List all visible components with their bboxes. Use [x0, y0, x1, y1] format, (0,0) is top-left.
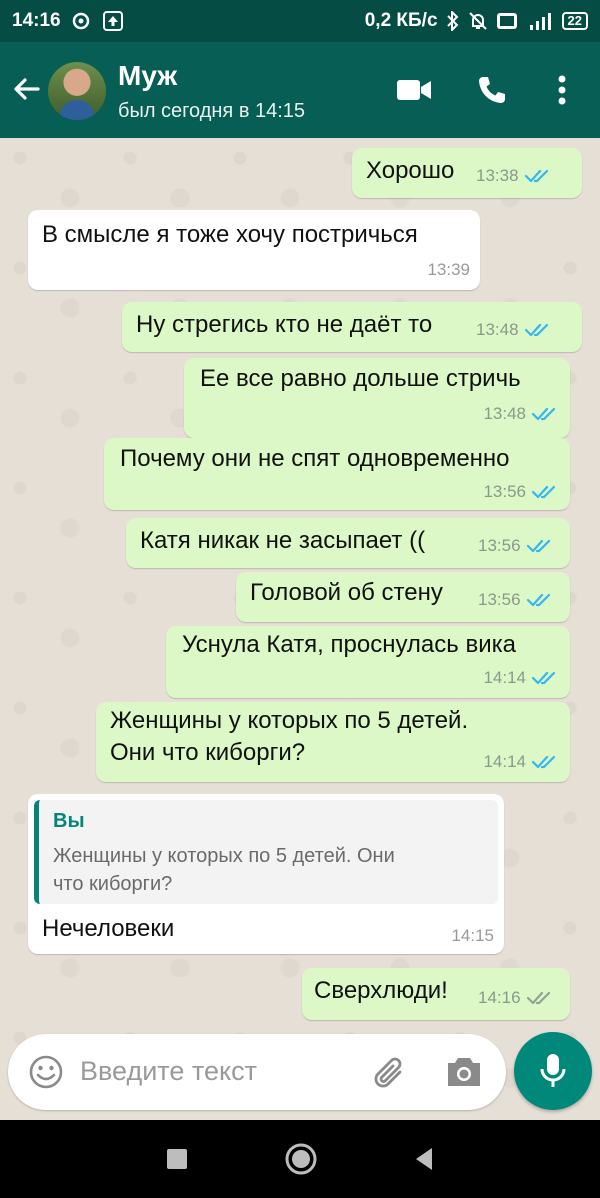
- recent-apps-icon[interactable]: [162, 1144, 192, 1174]
- notification-icon: [71, 12, 93, 30]
- message-meta: 14:14: [483, 668, 560, 688]
- home-icon[interactable]: [284, 1142, 318, 1176]
- back-arrow-icon[interactable]: [10, 72, 44, 106]
- message-meta: 13:56: [478, 536, 555, 556]
- message-text: Ее все равно дольше стричь: [200, 365, 521, 392]
- message-time: 13:38: [476, 166, 519, 185]
- message-incoming-reply[interactable]: Вы Женщины у которых по 5 детей. Они что…: [28, 794, 504, 954]
- message-meta: 13:39: [427, 260, 470, 280]
- message-text: Ну стрегись кто не даёт то: [136, 311, 433, 338]
- emoji-icon[interactable]: [28, 1054, 64, 1090]
- message-text-line-1: Женщины у которых по 5 детей.: [110, 707, 469, 734]
- message-meta: 13:38: [476, 166, 553, 186]
- message-text: Катя никак не засыпает ((: [140, 527, 426, 554]
- message-meta: 13:56: [478, 590, 555, 610]
- message-text: В смысле я тоже хочу постричься: [42, 221, 418, 248]
- message-outgoing[interactable]: Ну стрегись кто не даёт то 13:48: [122, 302, 582, 352]
- camera-icon[interactable]: [444, 1054, 484, 1090]
- message-text: Головой об стену: [250, 579, 443, 606]
- mic-icon[interactable]: [514, 1032, 592, 1110]
- message-time: 14:14: [483, 668, 526, 687]
- mute-icon: [468, 11, 488, 31]
- system-nav-bar: [0, 1120, 600, 1198]
- message-time: 13:56: [478, 590, 521, 609]
- message-text: Сверхлюди!: [314, 977, 448, 1004]
- read-ticks-icon: [532, 485, 556, 499]
- message-time: 13:39: [427, 260, 470, 279]
- bluetooth-icon: [446, 11, 460, 31]
- message-outgoing[interactable]: Сверхлюди! 14:16: [302, 968, 570, 1020]
- message-time: 13:56: [483, 482, 526, 501]
- chat-header: Муж был сегодня в 14:15: [0, 42, 600, 138]
- message-meta: 13:48: [483, 404, 560, 424]
- read-ticks-icon: [524, 169, 548, 183]
- quote-text-line-1: Женщины у которых по 5 детей. Они: [53, 845, 395, 867]
- message-text: Нечеловеки: [42, 915, 175, 942]
- message-outgoing[interactable]: Уснула Катя, проснулась вика 14:14: [166, 626, 570, 698]
- quote-text-line-2: что киборги?: [53, 873, 173, 895]
- phone-icon[interactable]: [470, 68, 514, 112]
- video-call-icon[interactable]: [392, 68, 436, 112]
- read-ticks-icon: [532, 407, 556, 421]
- network-speed: 0,2 КБ/с: [364, 10, 438, 31]
- message-meta: 13:48: [476, 320, 553, 340]
- battery-indicator: 22: [561, 12, 588, 30]
- message-input[interactable]: Введите текст: [80, 1056, 257, 1087]
- message-time: 14:16: [478, 988, 521, 1007]
- contact-avatar[interactable]: [48, 62, 106, 120]
- message-outgoing[interactable]: Головой об стену 13:56: [236, 572, 570, 622]
- read-ticks-icon: [532, 671, 556, 685]
- message-outgoing[interactable]: Женщины у которых по 5 детей. Они что ки…: [96, 702, 570, 782]
- read-ticks-icon: [524, 323, 548, 337]
- message-text: Хорошо: [366, 157, 455, 184]
- message-outgoing[interactable]: Хорошо 13:38: [352, 148, 582, 198]
- message-time: 13:48: [476, 320, 519, 339]
- message-text: Почему они не спят одновременно: [120, 445, 510, 472]
- quote-author: Вы: [53, 810, 85, 832]
- signal-icon: [526, 11, 554, 31]
- last-seen-status: был сегодня в 14:15: [118, 100, 306, 122]
- more-vert-icon[interactable]: [540, 68, 584, 112]
- read-ticks-icon: [526, 593, 550, 607]
- message-outgoing[interactable]: Ее все равно дольше стричь 13:48: [184, 358, 570, 438]
- quoted-message[interactable]: Вы Женщины у которых по 5 детей. Они что…: [34, 800, 498, 904]
- message-meta: 13:56: [483, 482, 560, 502]
- message-text: Уснула Катя, проснулась вика: [182, 631, 516, 658]
- status-time: 14:16: [12, 10, 61, 31]
- volte-icon: [496, 12, 518, 30]
- upload-icon: [102, 11, 123, 31]
- read-ticks-icon: [532, 755, 556, 769]
- message-input-bar[interactable]: Введите текст: [8, 1034, 506, 1110]
- message-meta: 14:14: [483, 752, 560, 772]
- message-time: 14:15: [451, 926, 494, 945]
- contact-name[interactable]: Муж: [118, 60, 177, 92]
- message-meta: 14:15: [451, 926, 494, 946]
- chat-area[interactable]: Хорошо 13:38 В смысле я тоже хочу постри…: [0, 138, 600, 1120]
- message-outgoing[interactable]: Катя никак не засыпает (( 13:56: [126, 518, 570, 568]
- message-time: 13:48: [483, 404, 526, 423]
- read-ticks-icon: [526, 539, 550, 553]
- status-bar: 14:16 0,2 КБ/с 22: [0, 0, 600, 42]
- message-meta: 14:16: [478, 988, 555, 1008]
- message-time: 14:14: [483, 752, 526, 771]
- delivered-ticks-icon: [526, 991, 550, 1005]
- message-outgoing[interactable]: Почему они не спят одновременно 13:56: [104, 438, 570, 510]
- message-time: 13:56: [478, 536, 521, 555]
- attach-icon[interactable]: [370, 1052, 410, 1092]
- message-text-line-2: Они что киборги?: [110, 739, 306, 766]
- back-nav-icon[interactable]: [410, 1144, 440, 1174]
- message-incoming[interactable]: В смысле я тоже хочу постричься 13:39: [28, 210, 480, 290]
